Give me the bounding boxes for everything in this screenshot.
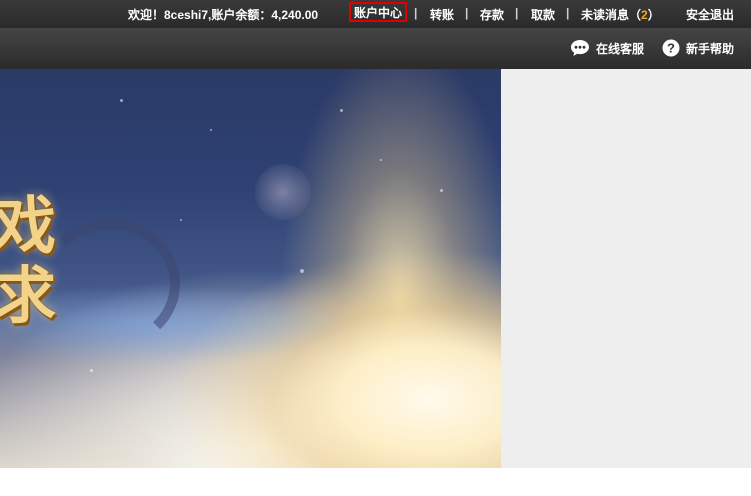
banner-ring-decoration (40, 219, 180, 349)
banner-title-char-1: 戏 (0, 189, 57, 262)
help-link[interactable]: ? 新手帮助 (662, 38, 734, 58)
svg-text:?: ? (667, 41, 675, 56)
online-service-link[interactable]: 在线客服 (570, 38, 644, 58)
help-label: 新手帮助 (686, 41, 735, 56)
unread-label: 未读消息（ (581, 8, 642, 22)
chat-bubble-icon (570, 39, 590, 57)
logout-link[interactable]: 安全退出 (686, 6, 734, 23)
account-center-label: 账户中心 (353, 5, 402, 20)
deposit-link[interactable]: 存款 (480, 6, 504, 23)
promo-banner[interactable]: 戏 求 (0, 69, 501, 468)
separator: | (515, 6, 519, 20)
unread-label-end: ） (647, 8, 660, 22)
sub-bar: 在线客服 ? 新手帮助 (0, 28, 751, 70)
withdraw-link[interactable]: 取款 (531, 6, 555, 23)
unread-messages-link[interactable]: 未读消息（2） (581, 6, 660, 23)
sparkle (210, 129, 212, 131)
top-bar: 欢迎！8ceshi7,账户余额：4,240.00 账户中心 | 转账 | 存款 … (0, 0, 751, 28)
welcome-balance-text: 欢迎！8ceshi7,账户余额：4,240.00 (128, 8, 319, 22)
account-center-link[interactable]: 账户中心 (349, 2, 407, 22)
unread-count: 2 (641, 8, 648, 22)
separator: | (566, 6, 570, 20)
online-service-label: 在线客服 (596, 41, 645, 56)
side-panel (501, 69, 751, 468)
banner-title-char-2: 求 (0, 259, 57, 332)
sparkle (90, 369, 93, 372)
sparkle (300, 269, 304, 273)
sparkle (440, 189, 443, 192)
sparkle (380, 159, 382, 161)
transfer-link[interactable]: 转账 (430, 6, 454, 23)
separator: | (465, 6, 469, 20)
question-circle-icon: ? (662, 39, 680, 57)
sparkle (120, 99, 123, 102)
sparkle (180, 219, 182, 221)
banner-light-orb (255, 164, 311, 220)
separator: | (414, 6, 418, 20)
sparkle (340, 109, 343, 112)
